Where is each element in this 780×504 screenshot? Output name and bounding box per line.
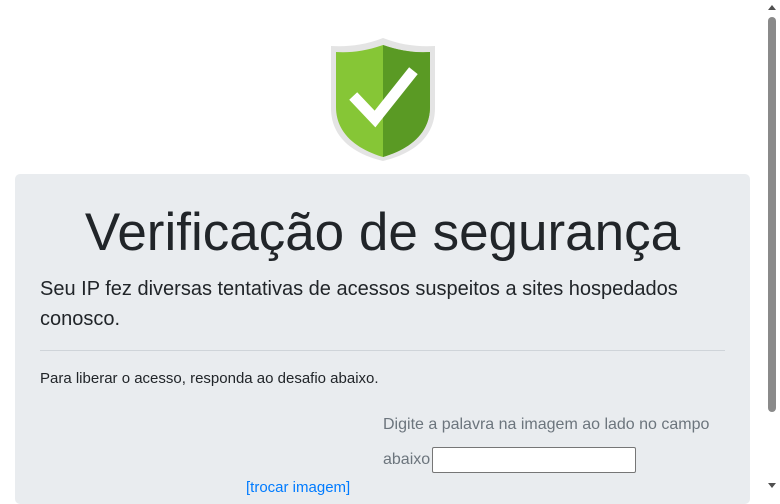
shield-check-icon: [331, 38, 435, 161]
lead-text: Seu IP fez diversas tentativas de acesso…: [40, 278, 678, 330]
verification-panel: Verificação de segurança Seu IP fez dive…: [15, 174, 750, 504]
scroll-thumb[interactable]: [768, 17, 776, 412]
captcha-form: Digite a palavra na imagem ao lado no ca…: [383, 407, 723, 477]
scroll-down-arrow-icon[interactable]: [768, 483, 776, 488]
scrollbar[interactable]: [765, 0, 780, 493]
instructions-text: Para liberar o acesso, responda ao desaf…: [40, 370, 379, 387]
captcha-input[interactable]: [432, 446, 637, 473]
divider: [40, 350, 725, 351]
scroll-up-arrow-icon[interactable]: [768, 5, 776, 10]
swap-image-link[interactable]: [trocar imagem]: [246, 478, 350, 498]
page-title: Verificação de segurança: [84, 203, 681, 262]
